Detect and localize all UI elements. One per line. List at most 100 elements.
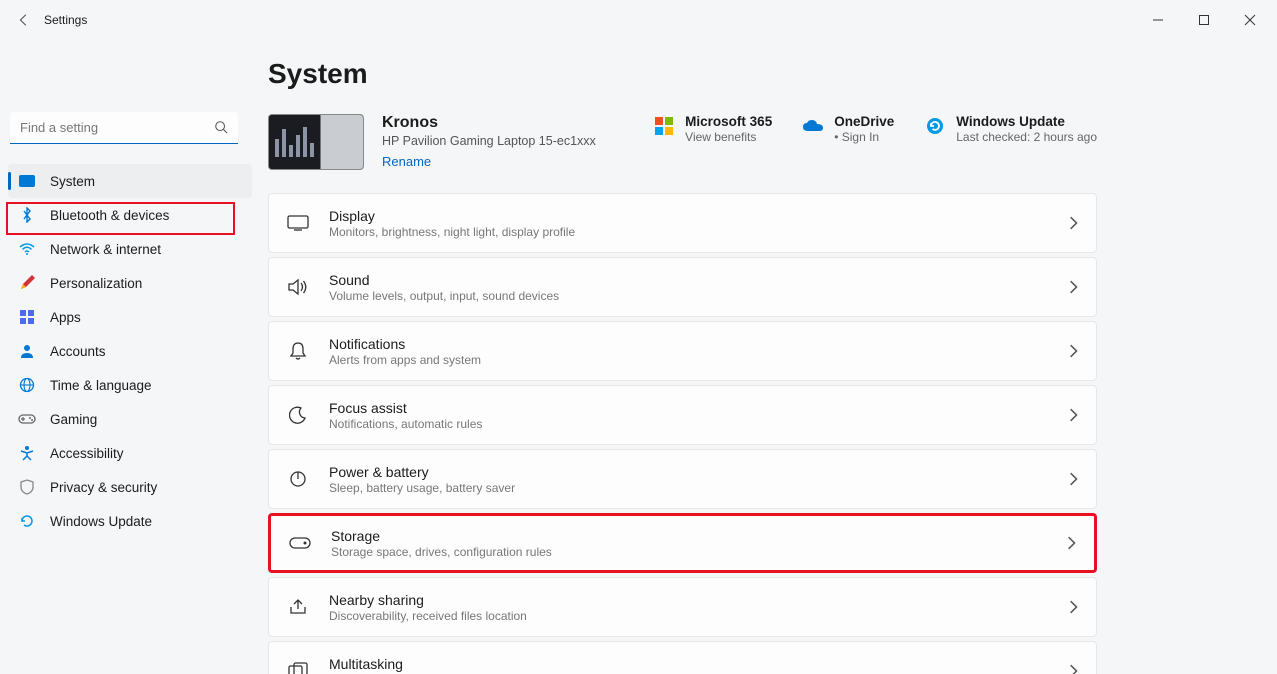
nav-label: Privacy & security	[50, 480, 157, 495]
card-title: Power & battery	[329, 464, 1068, 480]
card-title: Display	[329, 208, 1068, 224]
maximize-button[interactable]	[1181, 4, 1227, 36]
tile-m365[interactable]: Microsoft 365 View benefits	[653, 114, 772, 144]
card-title: Multitasking	[329, 656, 1068, 672]
search-icon	[214, 120, 228, 134]
back-button[interactable]	[8, 4, 40, 36]
chevron-right-icon	[1068, 664, 1078, 674]
share-icon	[287, 596, 309, 618]
storage-icon	[289, 532, 311, 554]
brush-icon	[18, 274, 36, 292]
update-icon	[18, 512, 36, 530]
card-multitasking[interactable]: MultitaskingSnap windows, desktops, task…	[268, 641, 1097, 674]
nav-apps[interactable]: Apps	[8, 300, 252, 334]
cloud-icon	[802, 115, 824, 137]
nav-personalization[interactable]: Personalization	[8, 266, 252, 300]
gamepad-icon	[18, 410, 36, 428]
device-model: HP Pavilion Gaming Laptop 15-ec1xxx	[382, 134, 596, 148]
person-icon	[18, 342, 36, 360]
nav-label: Bluetooth & devices	[50, 208, 169, 223]
window-title: Settings	[44, 13, 87, 27]
chevron-right-icon	[1068, 408, 1078, 422]
chevron-right-icon	[1068, 216, 1078, 230]
wifi-icon	[18, 240, 36, 258]
chevron-right-icon	[1068, 344, 1078, 358]
search-input[interactable]	[10, 112, 238, 144]
card-sub: Notifications, automatic rules	[329, 417, 1068, 431]
tile-update[interactable]: Windows Update Last checked: 2 hours ago	[924, 114, 1097, 144]
display-icon	[287, 212, 309, 234]
desktop-thumbnail	[268, 114, 364, 170]
device-hero: Kronos HP Pavilion Gaming Laptop 15-ec1x…	[268, 114, 1097, 171]
accessibility-icon	[18, 444, 36, 462]
card-power[interactable]: Power & batterySleep, battery usage, bat…	[268, 449, 1097, 509]
close-button[interactable]	[1227, 4, 1273, 36]
card-sub: Alerts from apps and system	[329, 353, 1068, 367]
system-icon	[18, 172, 36, 190]
titlebar: Settings	[0, 0, 1277, 40]
globe-icon	[18, 376, 36, 394]
nav-network[interactable]: Network & internet	[8, 232, 252, 266]
chevron-right-icon	[1068, 280, 1078, 294]
card-sub: Sleep, battery usage, battery saver	[329, 481, 1068, 495]
card-storage[interactable]: StorageStorage space, drives, configurat…	[268, 513, 1097, 573]
tile-sub: • Sign In	[834, 130, 894, 144]
main-content: System Kronos HP Pavilion Gaming Laptop …	[260, 40, 1277, 674]
nav-label: Accessibility	[50, 446, 124, 461]
nav-update[interactable]: Windows Update	[8, 504, 252, 538]
tile-title: Microsoft 365	[685, 114, 772, 129]
card-display[interactable]: DisplayMonitors, brightness, night light…	[268, 193, 1097, 253]
nav-gaming[interactable]: Gaming	[8, 402, 252, 436]
rename-link[interactable]: Rename	[382, 154, 431, 169]
nav-accounts[interactable]: Accounts	[8, 334, 252, 368]
nav-label: Windows Update	[50, 514, 152, 529]
tile-title: OneDrive	[834, 114, 894, 129]
card-nearby[interactable]: Nearby sharingDiscoverability, received …	[268, 577, 1097, 637]
card-sub: Volume levels, output, input, sound devi…	[329, 289, 1068, 303]
nav-system[interactable]: System	[8, 164, 252, 198]
card-title: Focus assist	[329, 400, 1068, 416]
sound-icon	[287, 276, 309, 298]
card-title: Sound	[329, 272, 1068, 288]
tile-sub: View benefits	[685, 130, 772, 144]
settings-cards: DisplayMonitors, brightness, night light…	[268, 193, 1097, 674]
nav-label: Time & language	[50, 378, 152, 393]
card-sound[interactable]: SoundVolume levels, output, input, sound…	[268, 257, 1097, 317]
card-focus[interactable]: Focus assistNotifications, automatic rul…	[268, 385, 1097, 445]
bell-icon	[287, 340, 309, 362]
shield-icon	[18, 478, 36, 496]
chevron-right-icon	[1068, 472, 1078, 486]
multitask-icon	[287, 660, 309, 674]
card-title: Nearby sharing	[329, 592, 1068, 608]
card-notifications[interactable]: NotificationsAlerts from apps and system	[268, 321, 1097, 381]
nav-label: System	[50, 174, 95, 189]
nav-list: System Bluetooth & devices Network & int…	[8, 164, 252, 538]
page-title: System	[268, 58, 1097, 90]
nav-accessibility[interactable]: Accessibility	[8, 436, 252, 470]
bluetooth-icon	[18, 206, 36, 224]
card-sub: Storage space, drives, configuration rul…	[331, 545, 1066, 559]
tile-title: Windows Update	[956, 114, 1097, 129]
nav-label: Gaming	[50, 412, 97, 427]
moon-icon	[287, 404, 309, 426]
nav-privacy[interactable]: Privacy & security	[8, 470, 252, 504]
card-title: Notifications	[329, 336, 1068, 352]
card-title: Storage	[331, 528, 1066, 544]
tile-onedrive[interactable]: OneDrive • Sign In	[802, 114, 894, 144]
chevron-right-icon	[1068, 600, 1078, 614]
apps-icon	[18, 308, 36, 326]
chevron-right-icon	[1066, 536, 1076, 550]
nav-label: Network & internet	[50, 242, 161, 257]
card-sub: Monitors, brightness, night light, displ…	[329, 225, 1068, 239]
nav-label: Apps	[50, 310, 81, 325]
nav-time[interactable]: Time & language	[8, 368, 252, 402]
tile-sub: Last checked: 2 hours ago	[956, 130, 1097, 144]
minimize-button[interactable]	[1135, 4, 1181, 36]
nav-label: Personalization	[50, 276, 142, 291]
power-icon	[287, 468, 309, 490]
nav-bluetooth[interactable]: Bluetooth & devices	[8, 198, 252, 232]
nav-label: Accounts	[50, 344, 106, 359]
m365-icon	[653, 115, 675, 137]
card-sub: Discoverability, received files location	[329, 609, 1068, 623]
sidebar: System Bluetooth & devices Network & int…	[0, 40, 260, 674]
